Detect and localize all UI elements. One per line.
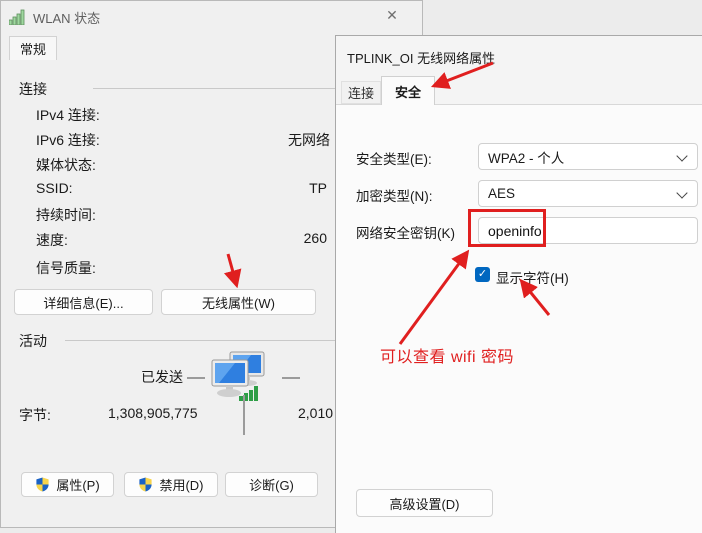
row-label-signal-quality: 信号质量: <box>36 258 96 278</box>
row-value-ssid: TP <box>309 180 327 196</box>
row-label-media-state: 媒体状态: <box>36 155 96 175</box>
password-highlight-rectangle <box>468 209 546 247</box>
properties-button[interactable]: 属性(P) <box>21 472 114 497</box>
dialog-title: TPLINK_OI 无线网络属性 <box>347 48 495 67</box>
sent-dash-right <box>282 377 300 379</box>
details-button[interactable]: 详细信息(E)... <box>14 289 153 315</box>
disable-button[interactable]: 禁用(D) <box>124 472 218 497</box>
bytes-label: 字节: <box>19 405 51 425</box>
tab-general[interactable]: 常规 <box>9 36 57 60</box>
encryption-type-select[interactable]: AES <box>478 180 698 207</box>
encryption-type-value: AES <box>488 186 515 201</box>
sent-dash-left <box>187 377 205 379</box>
bytes-divider <box>243 395 245 435</box>
annotation-note: 可以查看 wifi 密码 <box>380 343 514 367</box>
network-computers-icon <box>206 350 270 404</box>
wireless-properties-button[interactable]: 无线属性(W) <box>161 289 316 315</box>
window-title: WLAN 状态 <box>33 8 100 27</box>
disable-button-label: 禁用(D) <box>159 475 203 494</box>
properties-button-label: 属性(P) <box>56 475 99 494</box>
row-label-ssid: SSID: <box>36 180 73 196</box>
tab-security[interactable]: 安全 <box>381 76 435 105</box>
checkmark-icon: ✓ <box>478 268 487 280</box>
advanced-settings-button[interactable]: 高级设置(D) <box>356 489 493 517</box>
diagnose-button-label: 诊断(G) <box>249 475 294 494</box>
row-label-duration: 持续时间: <box>36 205 96 225</box>
uac-shield-icon <box>35 477 50 492</box>
wireless-properties-button-label: 无线属性(W) <box>202 293 275 312</box>
connection-group-label: 连接 <box>19 79 47 99</box>
chevron-down-icon <box>676 150 687 161</box>
close-icon[interactable]: ✕ <box>379 4 405 26</box>
show-characters-checkbox[interactable]: ✓ <box>475 267 490 282</box>
activity-group-label: 活动 <box>19 331 47 351</box>
row-label-ipv6: IPv6 连接: <box>36 130 100 150</box>
security-type-label: 安全类型(E): <box>356 148 432 168</box>
security-type-value: WPA2 - 个人 <box>488 147 564 167</box>
tab-connection[interactable]: 连接 <box>341 81 381 104</box>
row-value-speed: 260 <box>304 230 327 246</box>
row-label-speed: 速度: <box>36 230 68 250</box>
encryption-type-label: 加密类型(N): <box>356 185 433 205</box>
chevron-down-icon <box>676 187 687 198</box>
wifi-signal-icon <box>9 9 27 25</box>
row-label-ipv4: IPv4 连接: <box>36 105 100 125</box>
row-value-ipv6: 无网络 <box>288 130 330 150</box>
security-type-select[interactable]: WPA2 - 个人 <box>478 143 698 170</box>
uac-shield-icon <box>138 477 153 492</box>
sent-label: 已发送 <box>141 367 183 387</box>
wireless-network-properties-dialog: TPLINK_OI 无线网络属性 连接 安全 安全类型(E): WPA2 - 个… <box>335 35 702 533</box>
network-key-label: 网络安全密钥(K) <box>356 222 455 242</box>
diagnose-button[interactable]: 诊断(G) <box>225 472 318 497</box>
show-characters-label: 显示字符(H) <box>496 267 569 287</box>
details-button-label: 详细信息(E)... <box>43 293 123 312</box>
advanced-settings-button-label: 高级设置(D) <box>389 494 459 513</box>
bytes-sent-value: 1,308,905,775 <box>108 405 198 421</box>
bytes-received-value: 2,010 <box>298 405 333 421</box>
